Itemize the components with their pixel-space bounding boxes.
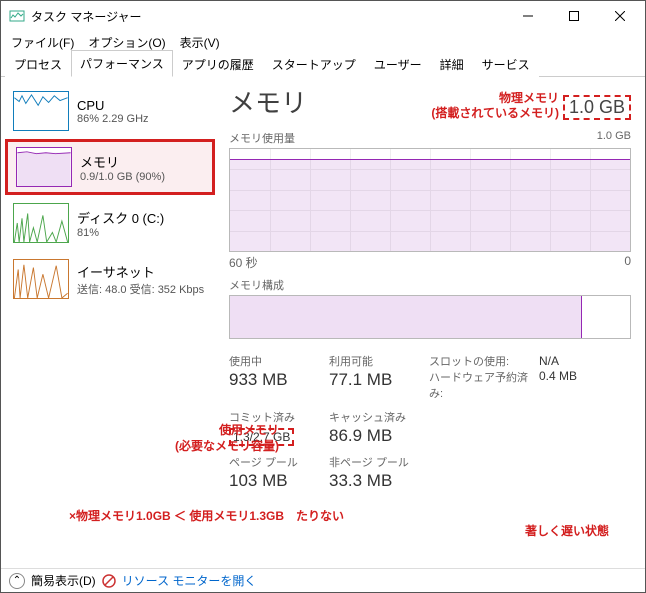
paged-val: 103 MB xyxy=(229,471,329,491)
slot-val: N/A xyxy=(539,354,609,368)
close-button[interactable] xyxy=(597,1,643,31)
cpu-name: CPU xyxy=(77,98,149,113)
tab-performance[interactable]: パフォーマンス xyxy=(71,50,173,77)
sidebar-item-memory[interactable]: メモリ0.9/1.0 GB (90%) xyxy=(5,139,215,195)
annotation-physical: 物理メモリ (搭載されているメモリ) xyxy=(431,91,559,120)
usage-max: 1.0 GB xyxy=(597,130,631,146)
app-icon xyxy=(9,8,25,24)
cache-val: 86.9 MB xyxy=(329,426,429,446)
tab-startup[interactable]: スタートアップ xyxy=(263,51,365,77)
ethernet-sub: 送信: 48.0 受信: 352 Kbps xyxy=(77,281,204,297)
titlebar: タスク マネージャー xyxy=(1,1,645,31)
axis-right: 0 xyxy=(624,254,631,271)
annotation-warn: ×物理メモリ1.0GB ＜ 使用メモリ1.3GB たりない著しく遅い状態 xyxy=(69,509,629,540)
usage-label: メモリ使用量 xyxy=(229,130,295,146)
tab-apphistory[interactable]: アプリの履歴 xyxy=(173,51,263,77)
tab-users[interactable]: ユーザー xyxy=(365,51,431,77)
tab-processes[interactable]: プロセス xyxy=(5,51,71,77)
collapse-icon[interactable]: ⌃ xyxy=(9,573,25,589)
nonpaged-label: 非ページ プール xyxy=(329,454,429,470)
cache-label: キャッシュ済み xyxy=(329,409,429,425)
cpu-thumb xyxy=(13,91,69,131)
sidebar: CPU86% 2.29 GHz メモリ0.9/1.0 GB (90%) ディスク… xyxy=(1,77,219,568)
footer: ⌃ 簡易表示(D) リソース モニターを開く xyxy=(1,568,645,592)
nonpaged-val: 33.3 MB xyxy=(329,471,429,491)
inuse-val: 933 MB xyxy=(229,370,329,390)
ethernet-name: イーサネット xyxy=(77,262,204,281)
memory-name: メモリ xyxy=(80,152,165,171)
sidebar-item-cpu[interactable]: CPU86% 2.29 GHz xyxy=(5,83,215,139)
inuse-label: 使用中 xyxy=(229,353,329,369)
composition-label: メモリ構成 xyxy=(229,277,631,293)
memory-sub: 0.9/1.0 GB (90%) xyxy=(80,171,165,183)
hw-val: 0.4 MB xyxy=(539,369,609,383)
maximize-button[interactable] xyxy=(551,1,597,31)
memory-composition-chart xyxy=(229,295,631,339)
main-panel: メモリ 物理メモリ (搭載されているメモリ) 1.0 GB メモリ使用量 1.0… xyxy=(219,77,645,568)
disk-name: ディスク 0 (C:) xyxy=(77,208,164,227)
menu-file[interactable]: ファイル(F) xyxy=(5,32,80,53)
simple-view-button[interactable]: 簡易表示(D) xyxy=(31,572,96,589)
hw-label: ハードウェア予約済み: xyxy=(429,369,539,401)
paged-label: ページ プール xyxy=(229,454,329,470)
memory-usage-chart xyxy=(229,148,631,252)
slot-label: スロットの使用: xyxy=(429,353,539,369)
avail-val: 77.1 MB xyxy=(329,370,429,390)
annotation-used: 使用メモリ(必要なメモリ容量) xyxy=(89,423,279,454)
disk-sub: 81% xyxy=(77,227,164,239)
cpu-sub: 86% 2.29 GHz xyxy=(77,113,149,125)
minimize-button[interactable] xyxy=(505,1,551,31)
tabbar: プロセス パフォーマンス アプリの履歴 スタートアップ ユーザー 詳細 サービス xyxy=(1,53,645,77)
sidebar-item-disk[interactable]: ディスク 0 (C:)81% xyxy=(5,195,215,251)
memory-thumb xyxy=(16,147,72,187)
avail-label: 利用可能 xyxy=(329,353,429,369)
resmon-icon xyxy=(102,574,116,588)
total-memory: 1.0 GB xyxy=(563,95,631,120)
axis-left: 60 秒 xyxy=(229,254,258,271)
ethernet-thumb xyxy=(13,259,69,299)
tab-details[interactable]: 詳細 xyxy=(431,51,473,77)
resmon-link[interactable]: リソース モニターを開く xyxy=(122,572,257,589)
menu-view[interactable]: 表示(V) xyxy=(174,32,226,53)
page-title: メモリ xyxy=(229,83,307,120)
window-title: タスク マネージャー xyxy=(31,8,505,25)
sidebar-item-ethernet[interactable]: イーサネット送信: 48.0 受信: 352 Kbps xyxy=(5,251,215,307)
stats-grid: 使用中933 MB 利用可能77.1 MB スロットの使用:ハードウェア予約済み… xyxy=(229,349,631,495)
tab-services[interactable]: サービス xyxy=(473,51,539,77)
disk-thumb xyxy=(13,203,69,243)
